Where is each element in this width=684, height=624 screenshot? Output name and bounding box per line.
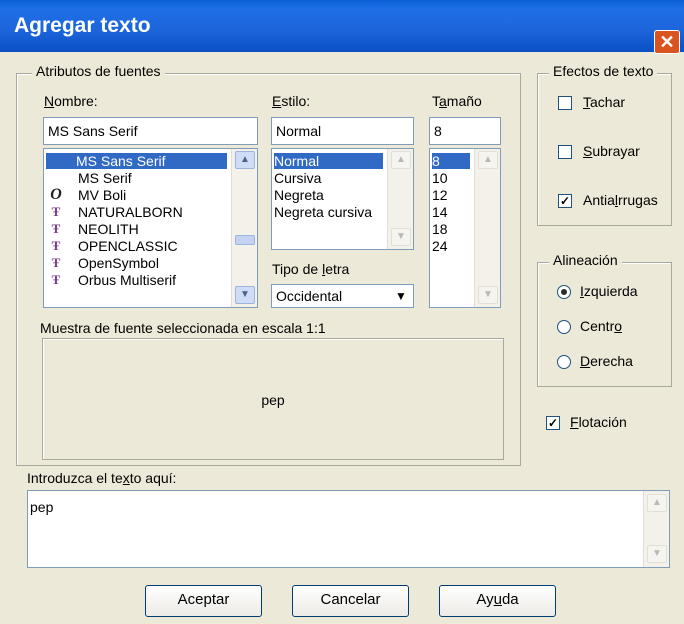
underline-checkbox[interactable] (558, 145, 572, 159)
text-input-area[interactable]: pep ▲ ▼ (27, 490, 670, 568)
scroll-up-icon[interactable]: ▲ (647, 494, 667, 512)
font-option-7[interactable]: Ŧ Orbus Multiserif (46, 272, 257, 288)
font-style-input[interactable]: Normal (271, 117, 414, 145)
truetype-icon: Ŧ (51, 238, 61, 253)
size-option-0[interactable]: 8 (432, 153, 470, 169)
strike-label[interactable]: Tachar (583, 94, 625, 110)
style-option-1[interactable]: Cursiva (274, 170, 383, 186)
font-option-5[interactable]: Ŧ OPENCLASSIC (46, 238, 257, 254)
floating-label[interactable]: Flotación (570, 414, 627, 430)
text-input-label: Introduzca el texto aquí: (27, 470, 177, 486)
size-option-5[interactable]: 24 (432, 238, 470, 254)
scroll-thumb[interactable] (235, 235, 255, 245)
script-value: Occidental (276, 288, 343, 304)
ok-button[interactable]: Aceptar (145, 585, 262, 617)
scroll-down-icon[interactable]: ▼ (235, 286, 255, 304)
sample-preview: pep (42, 338, 504, 460)
alignment-legend: Alineación (549, 252, 622, 268)
check-icon: ✓ (547, 416, 559, 430)
opentype-icon: O (50, 186, 62, 203)
size-option-2[interactable]: 12 (432, 187, 470, 203)
title-bar[interactable]: Agregar texto (0, 0, 684, 52)
scroll-down-icon[interactable]: ▼ (647, 545, 667, 563)
size-option-3[interactable]: 14 (432, 204, 470, 220)
scroll-up-icon[interactable]: ▲ (391, 151, 411, 169)
align-left-label[interactable]: Izquierda (580, 283, 638, 299)
font-name-list[interactable]: MS Sans Serif MS Serif O MV Boli Ŧ NATURAL… (43, 148, 258, 308)
strike-checkbox[interactable] (558, 96, 572, 110)
align-left-radio[interactable] (557, 285, 571, 299)
font-option-1[interactable]: MS Serif (46, 170, 257, 186)
text-input-value: pep (30, 499, 54, 515)
font-style-list[interactable]: Normal Cursiva Negreta Negreta cursiva ▲… (271, 148, 414, 250)
script-label: Tipo de letra (272, 261, 350, 277)
font-attributes-legend: Atributos de fuentes (32, 63, 165, 79)
style-option-2[interactable]: Negreta (274, 187, 383, 203)
font-name-label: Nombre: (44, 93, 98, 109)
size-list-scrollbar[interactable]: ▲ ▼ (474, 149, 500, 307)
truetype-icon: Ŧ (51, 272, 61, 287)
underline-label[interactable]: Subrayar (583, 143, 640, 159)
size-option-4[interactable]: 18 (432, 221, 470, 237)
align-right-radio[interactable] (557, 355, 571, 369)
scroll-up-icon[interactable]: ▲ (235, 151, 255, 169)
font-size-list[interactable]: 8 10 12 14 18 24 ▲ ▼ (429, 148, 501, 308)
close-icon: ✕ (659, 32, 675, 52)
font-option-6[interactable]: Ŧ OpenSymbol (46, 255, 257, 271)
font-name-input[interactable]: MS Sans Serif (43, 117, 258, 145)
floating-checkbox[interactable]: ✓ (546, 416, 560, 430)
font-option-0[interactable]: MS Sans Serif (46, 153, 227, 169)
sample-text: pep (261, 392, 285, 408)
cancel-button[interactable]: Cancelar (292, 585, 409, 617)
window-title: Agregar texto (14, 14, 151, 37)
chevron-down-icon[interactable]: ▼ (390, 286, 412, 306)
font-option-4[interactable]: Ŧ NEOLITH (46, 221, 257, 237)
text-effects-legend: Efectos de texto (549, 63, 658, 79)
size-option-1[interactable]: 10 (432, 170, 470, 186)
antialias-checkbox[interactable]: ✓ (558, 194, 572, 208)
font-option-3[interactable]: Ŧ NATURALBORN (46, 204, 257, 220)
truetype-icon: Ŧ (51, 221, 61, 236)
font-size-input[interactable]: 8 (429, 117, 501, 145)
align-center-radio[interactable] (557, 320, 571, 334)
scroll-up-icon[interactable]: ▲ (478, 151, 498, 169)
style-option-3[interactable]: Negreta cursiva (274, 204, 387, 220)
scroll-down-icon[interactable]: ▼ (478, 286, 498, 304)
truetype-icon: Ŧ (51, 255, 61, 270)
check-icon: ✓ (559, 194, 571, 208)
close-button[interactable]: ✕ (654, 30, 680, 54)
text-input-scrollbar[interactable]: ▲ ▼ (643, 491, 669, 567)
font-style-label: Estilo: (272, 93, 311, 109)
align-right-label[interactable]: Derecha (580, 353, 633, 369)
radio-dot (561, 289, 567, 295)
scroll-down-icon[interactable]: ▼ (391, 228, 411, 246)
font-list-scrollbar[interactable]: ▲ ▼ (231, 149, 257, 307)
help-button[interactable]: Ayuda (439, 585, 556, 617)
style-option-0[interactable]: Normal (274, 153, 383, 169)
font-size-label: Tamaño (432, 93, 482, 109)
font-option-2[interactable]: O MV Boli (46, 186, 257, 204)
style-list-scrollbar[interactable]: ▲ ▼ (387, 149, 413, 249)
antialias-label[interactable]: Antialrrugas (583, 192, 658, 208)
align-center-label[interactable]: Centro (580, 318, 622, 334)
truetype-icon: Ŧ (51, 204, 61, 219)
sample-label: Muestra de fuente seleccionada en escala… (40, 320, 326, 336)
